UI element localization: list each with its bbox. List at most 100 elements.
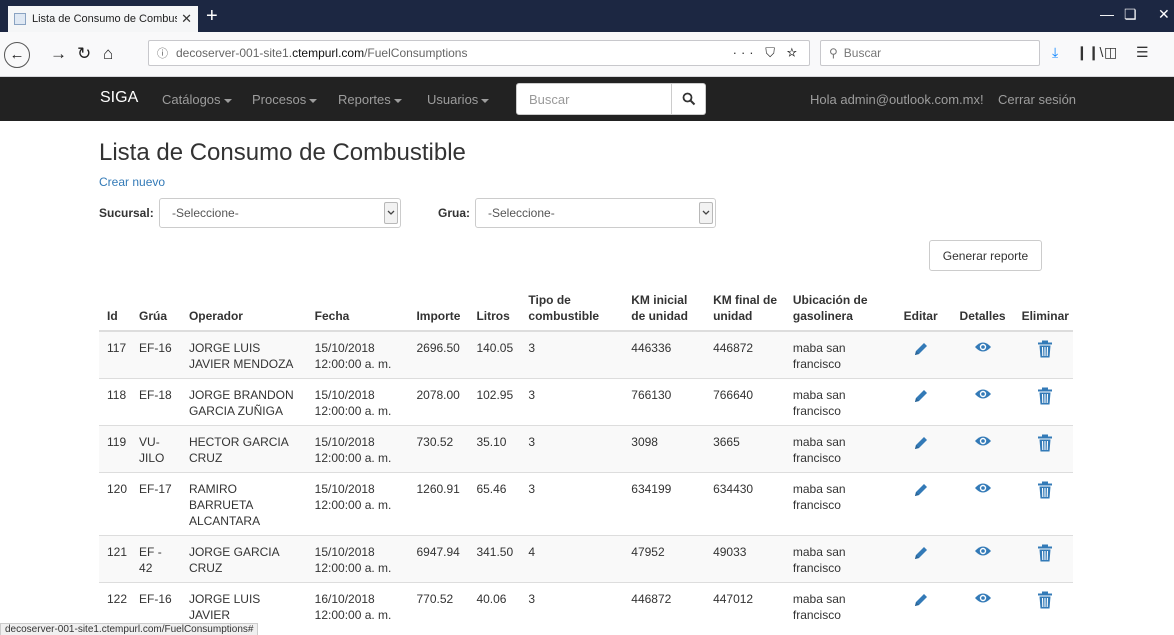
tab-title: Lista de Consumo de Combusti bbox=[32, 13, 178, 25]
cell-grua: EF-18 bbox=[131, 378, 181, 426]
menu-label: Procesos bbox=[252, 92, 307, 107]
generate-report-button[interactable]: Generar reporte bbox=[929, 240, 1042, 271]
cell-grua: EF - 42 bbox=[131, 535, 181, 583]
details-button[interactable] bbox=[974, 483, 992, 498]
url-domain: ctempurl.com bbox=[292, 46, 365, 60]
edit-button[interactable] bbox=[912, 343, 930, 361]
site-search-input[interactable]: Buscar bbox=[516, 83, 672, 115]
cell-action bbox=[889, 582, 948, 629]
cell-grua: EF-17 bbox=[131, 472, 181, 536]
new-tab-button[interactable]: + bbox=[206, 6, 218, 26]
cell-ubicacion: maba san francisco bbox=[784, 582, 890, 629]
browser-search-input[interactable]: ⚲ Buscar bbox=[820, 40, 1040, 66]
menu-icon[interactable]: ☰ bbox=[1136, 44, 1149, 61]
cell-action bbox=[889, 472, 948, 536]
delete-button[interactable] bbox=[1037, 591, 1053, 612]
logout-link[interactable]: Cerrar sesión bbox=[998, 92, 1076, 107]
user-greeting-link[interactable]: Hola admin@outlook.com.mx! bbox=[810, 92, 984, 107]
library-icon[interactable]: ❙❙\ bbox=[1076, 44, 1103, 61]
minimize-icon[interactable]: — bbox=[1100, 6, 1114, 22]
cell-grua: EF-16 bbox=[131, 330, 181, 379]
site-search-placeholder: Buscar bbox=[529, 91, 570, 107]
cell-action bbox=[1013, 378, 1073, 426]
home-icon[interactable]: ⌂ bbox=[103, 44, 113, 64]
cell-km-fin: 634430 bbox=[705, 472, 785, 536]
url-bar[interactable]: ⓘ decoserver-001-site1. ctempurl.com/Fuel… bbox=[148, 40, 810, 66]
close-window-icon[interactable]: ✕ bbox=[1158, 6, 1170, 23]
grua-select[interactable]: -Seleccione- bbox=[475, 198, 716, 228]
chevron-down-icon bbox=[699, 202, 713, 224]
details-button[interactable] bbox=[974, 593, 992, 608]
reload-icon[interactable]: ↻ bbox=[77, 44, 91, 64]
cell-litros: 35.10 bbox=[468, 425, 521, 473]
cell-operador: HECTOR GARCIA CRUZ bbox=[180, 425, 307, 473]
table-row: 121 EF - 42 JORGE GARCIA CRUZ 15/10/2018 12… bbox=[99, 535, 1073, 583]
cell-km-ini: 47952 bbox=[623, 535, 706, 583]
cell-ubicacion: maba san francisco bbox=[784, 330, 890, 379]
caret-down-icon bbox=[481, 98, 490, 103]
cell-km-ini: 766130 bbox=[623, 378, 706, 426]
menu-reportes[interactable]: Reportes bbox=[338, 92, 402, 107]
cell-action bbox=[947, 425, 1014, 473]
column-header: Ubicación de gasolinera bbox=[784, 284, 890, 332]
details-button[interactable] bbox=[974, 342, 992, 357]
cell-importe: 730.52 bbox=[408, 425, 469, 473]
details-button[interactable] bbox=[974, 436, 992, 451]
brand-link[interactable]: SIGA bbox=[100, 89, 138, 107]
menu-usuarios[interactable]: Usuarios bbox=[427, 92, 490, 107]
back-arrow-icon[interactable]: ← bbox=[4, 42, 30, 68]
browser-toolbar: ← → ↻ ⌂ ⓘ decoserver-001-site1. ctempurl.… bbox=[0, 32, 1174, 77]
menu-catalogos[interactable]: Catálogos bbox=[162, 92, 232, 107]
table-row: 120 EF-17 RAMIRO BARRUETA ALCANTARA 15/10/2… bbox=[99, 472, 1073, 536]
create-new-link[interactable]: Crear nuevo bbox=[99, 175, 165, 189]
eye-icon bbox=[974, 342, 992, 357]
close-tab-icon[interactable]: ✕ bbox=[181, 11, 192, 27]
delete-button[interactable] bbox=[1037, 481, 1053, 502]
cell-grua: VU-JILO bbox=[131, 425, 181, 473]
cell-ubicacion: maba san francisco bbox=[784, 472, 890, 536]
sucursal-label: Sucursal: bbox=[99, 206, 154, 220]
column-header: Eliminar bbox=[1013, 284, 1073, 332]
menu-procesos[interactable]: Procesos bbox=[252, 92, 318, 107]
url-path: /FuelConsumptions bbox=[364, 46, 468, 60]
cell-operador: RAMIRO BARRUETA ALCANTARA bbox=[180, 472, 307, 536]
sidebar-icon[interactable]: ◫ bbox=[1104, 44, 1117, 61]
forward-arrow-icon[interactable]: → bbox=[50, 44, 67, 64]
download-icon[interactable]: ⤓ bbox=[1052, 44, 1058, 61]
details-button[interactable] bbox=[974, 389, 992, 404]
cell-action bbox=[1013, 535, 1073, 583]
column-header: KM inicial de unidad bbox=[623, 284, 706, 332]
site-search-button[interactable] bbox=[672, 83, 706, 115]
delete-button[interactable] bbox=[1037, 434, 1053, 455]
edit-button[interactable] bbox=[912, 437, 930, 455]
grua-selected-value: -Seleccione- bbox=[488, 206, 555, 220]
sucursal-selected-value: -Seleccione- bbox=[172, 206, 239, 220]
details-button[interactable] bbox=[974, 546, 992, 561]
column-header: Id bbox=[99, 284, 132, 332]
cell-action bbox=[1013, 425, 1073, 473]
delete-button[interactable] bbox=[1037, 340, 1053, 361]
cell-id: 121 bbox=[99, 535, 132, 583]
browser-tab[interactable]: Lista de Consumo de Combusti ✕ bbox=[8, 6, 198, 32]
edit-button[interactable] bbox=[912, 390, 930, 408]
restore-icon[interactable]: ❏ bbox=[1124, 6, 1137, 23]
page-actions-icon[interactable]: ··· ⛉ ☆ bbox=[733, 45, 801, 61]
sucursal-select[interactable]: -Seleccione- bbox=[159, 198, 401, 228]
delete-button[interactable] bbox=[1037, 544, 1053, 565]
site-info-icon[interactable]: ⓘ bbox=[157, 45, 168, 61]
pencil-icon bbox=[912, 547, 930, 565]
edit-button[interactable] bbox=[912, 484, 930, 502]
pencil-icon bbox=[912, 390, 930, 408]
pencil-icon bbox=[912, 343, 930, 361]
cell-importe: 770.52 bbox=[408, 582, 469, 629]
trash-icon bbox=[1037, 591, 1053, 612]
edit-button[interactable] bbox=[912, 594, 930, 612]
edit-button[interactable] bbox=[912, 547, 930, 565]
cell-action bbox=[889, 378, 948, 426]
cell-tipo: 3 bbox=[520, 330, 624, 379]
browser-search-placeholder: Buscar bbox=[843, 46, 882, 60]
cell-importe: 2078.00 bbox=[408, 378, 469, 426]
menu-label: Reportes bbox=[338, 92, 391, 107]
cell-km-fin: 49033 bbox=[705, 535, 785, 583]
delete-button[interactable] bbox=[1037, 387, 1053, 408]
